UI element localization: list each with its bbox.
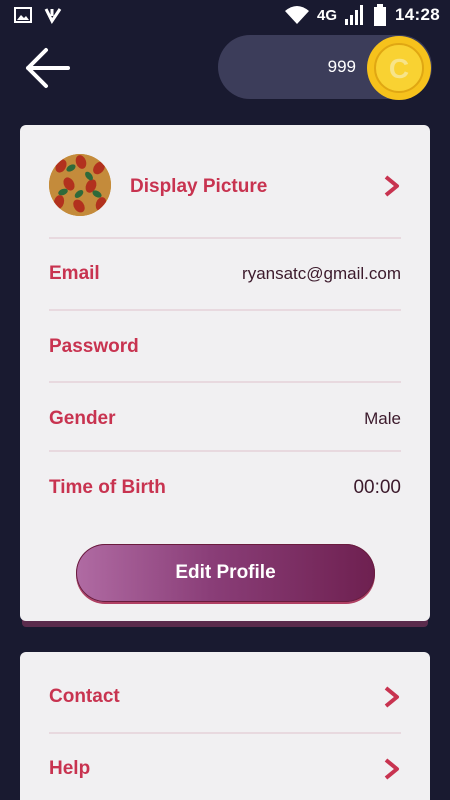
email-value: ryansatc@gmail.com — [242, 264, 401, 283]
menu-item-help[interactable]: Help — [49, 754, 401, 784]
status-bar: 4G 14:28 — [0, 0, 450, 32]
signal-icon — [345, 5, 364, 25]
display-picture-label: Display Picture — [130, 176, 268, 197]
svg-text:C: C — [389, 53, 409, 84]
edit-profile-button[interactable]: Edit Profile — [76, 544, 375, 602]
back-arrow-icon[interactable] — [22, 44, 70, 92]
gender-value: Male — [364, 409, 401, 428]
chevron-right-icon[interactable] — [383, 686, 401, 708]
birth-time-value: 00:00 — [353, 477, 401, 498]
download-icon — [44, 8, 62, 24]
image-icon — [14, 7, 32, 23]
status-left — [14, 6, 62, 24]
divider — [49, 732, 401, 734]
avatar — [49, 154, 111, 216]
divider — [49, 381, 401, 383]
coin-balance[interactable]: 999 C — [218, 35, 432, 100]
clock: 14:28 — [395, 5, 440, 24]
network-label: 4G — [317, 6, 338, 24]
birth-time-label: Time of Birth — [49, 477, 166, 498]
profile-card: Display Picture Email ryansatc@gmail.com… — [20, 125, 430, 621]
coin-count: 999 — [327, 57, 356, 76]
password-label: Password — [49, 336, 139, 357]
battery-icon — [374, 4, 387, 26]
gender-label: Gender — [49, 408, 116, 429]
menu-card: Contact Help — [20, 652, 430, 800]
menu-item-contact[interactable]: Contact — [49, 682, 401, 712]
password-row: Password — [49, 332, 401, 362]
wifi-icon — [285, 6, 309, 24]
coin-icon: C — [367, 36, 431, 100]
chevron-right-icon[interactable] — [383, 758, 401, 780]
chevron-right-icon[interactable] — [383, 175, 401, 197]
gender-row: Gender Male — [49, 404, 401, 434]
menu-item-label: Contact — [49, 686, 120, 707]
birth-time-row: Time of Birth 00:00 — [49, 473, 401, 503]
menu-item-label: Help — [49, 758, 91, 779]
divider — [49, 450, 401, 452]
email-label: Email — [49, 263, 100, 284]
divider — [49, 309, 401, 311]
status-right: 4G 14:28 — [285, 4, 440, 26]
email-row: Email ryansatc@gmail.com — [49, 259, 401, 289]
divider — [49, 237, 401, 239]
